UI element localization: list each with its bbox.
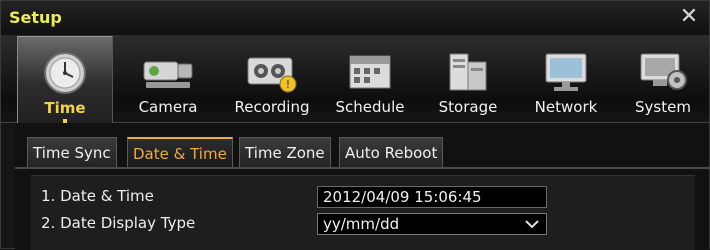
system-icon — [640, 53, 687, 90]
recorder-icon: ! — [247, 57, 297, 93]
setup-window: Setup ✕ Time Camera ! Recording Schedule… — [0, 0, 710, 250]
category-schedule[interactable]: Schedule — [321, 36, 419, 123]
category-storage[interactable]: Storage — [419, 36, 517, 123]
window-title: Setup — [9, 8, 62, 27]
chevron-down-icon[interactable] — [524, 217, 540, 231]
setting-row-date-time: 1. Date & Time 2012/04/09 15:06:45 — [31, 186, 695, 208]
tab-time-zone[interactable]: Time Zone — [239, 137, 331, 167]
close-icon[interactable]: ✕ — [677, 5, 701, 29]
category-label: System — [635, 98, 691, 116]
clock-icon — [44, 52, 86, 94]
category-time[interactable]: Time — [17, 36, 113, 124]
network-icon — [545, 53, 587, 91]
category-label: Camera — [138, 98, 198, 116]
date-display-type-label: 2. Date Display Type — [41, 214, 196, 232]
time-settings-content: Time Sync Date & Time Time Zone Auto Reb… — [15, 123, 709, 250]
settings-panel: 1. Date & Time 2012/04/09 15:06:45 2. Da… — [31, 175, 695, 250]
category-system[interactable]: System — [615, 36, 710, 123]
category-recording[interactable]: ! Recording — [223, 36, 321, 123]
category-network[interactable]: Network — [517, 36, 615, 123]
storage-icon — [449, 53, 487, 91]
category-camera[interactable]: Camera — [113, 36, 223, 123]
svg-text:!: ! — [286, 78, 290, 91]
title-bar: Setup ✕ — [1, 1, 709, 36]
category-label: Time — [44, 99, 86, 117]
date-time-label: 1. Date & Time — [41, 187, 154, 205]
tab-divider — [15, 167, 709, 169]
setting-row-date-display-type: 2. Date Display Type yy/mm/dd — [31, 213, 695, 235]
camera-icon — [143, 61, 193, 88]
date-time-field[interactable]: 2012/04/09 15:06:45 — [317, 186, 547, 208]
category-label: Network — [534, 98, 598, 116]
category-label: Recording — [234, 98, 310, 116]
date-display-type-value: yy/mm/dd — [323, 215, 400, 233]
category-toolbar: Time Camera ! Recording Schedule Storage… — [1, 36, 710, 124]
schedule-icon — [349, 55, 391, 89]
tab-auto-reboot[interactable]: Auto Reboot — [339, 137, 444, 167]
category-label: Storage — [438, 98, 498, 116]
tab-time-sync[interactable]: Time Sync — [27, 137, 117, 167]
category-label: Schedule — [335, 98, 405, 116]
tab-date-and-time[interactable]: Date & Time — [127, 137, 233, 167]
date-display-type-select[interactable]: yy/mm/dd — [317, 213, 547, 235]
